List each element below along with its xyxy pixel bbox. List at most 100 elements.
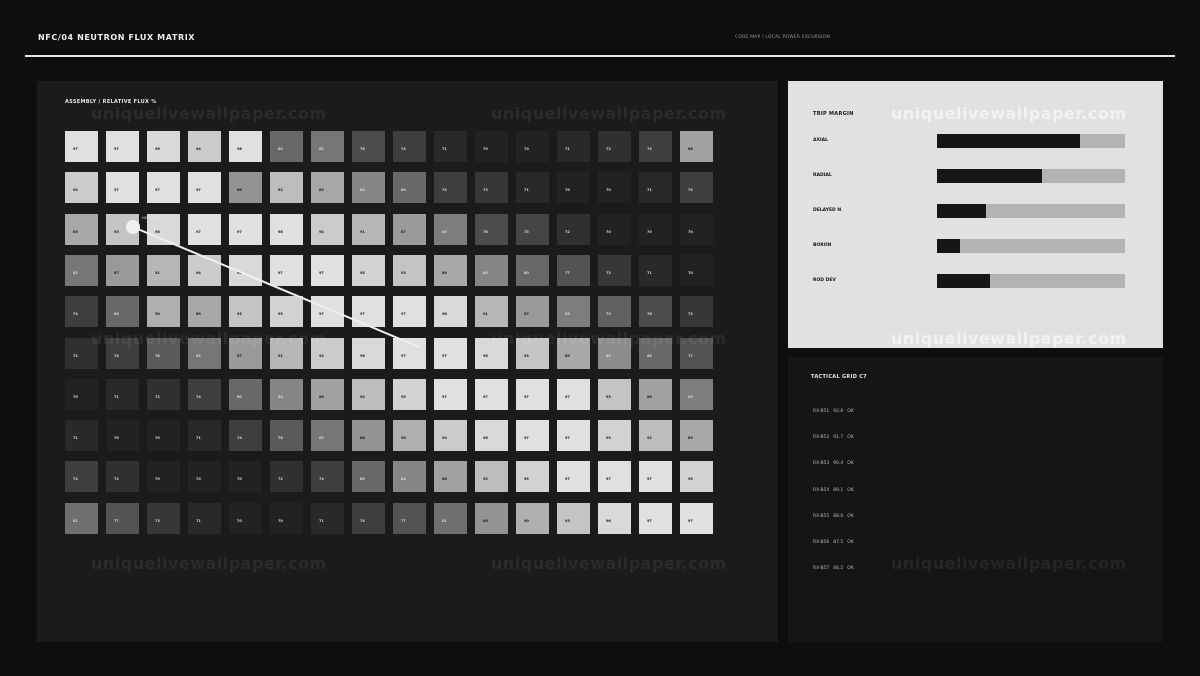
flux-cell[interactable]: 70 <box>188 461 221 493</box>
flux-cell[interactable]: 70 <box>229 461 262 493</box>
flux-cell[interactable]: 71 <box>65 420 98 452</box>
flux-cell[interactable]: 87 <box>393 213 426 245</box>
flux-cell[interactable]: 70 <box>229 502 262 534</box>
flux-cell[interactable]: 93 <box>598 378 631 410</box>
flux-cell[interactable]: 80 <box>270 131 303 162</box>
flux-cell[interactable]: 90 <box>516 502 549 534</box>
flux-cell[interactable]: 95 <box>516 461 549 493</box>
flux-cell[interactable]: 72 <box>557 213 590 245</box>
tactical-row[interactable]: RX-B55 88.6 OK <box>813 514 858 519</box>
flux-cell[interactable]: 97 <box>106 131 139 162</box>
flux-cell[interactable]: 73 <box>598 254 631 286</box>
flux-cell[interactable]: 84 <box>393 461 426 493</box>
flux-cell[interactable]: 71 <box>311 502 344 534</box>
flux-cell[interactable]: 96 <box>147 131 180 162</box>
flux-cell[interactable]: 97 <box>270 254 303 286</box>
flux-cell[interactable]: 71 <box>516 172 549 204</box>
flux-cell[interactable]: 82 <box>311 420 344 452</box>
flux-cell[interactable]: 87 <box>106 254 139 286</box>
flux-cell[interactable]: 89 <box>680 420 713 452</box>
flux-cell[interactable]: 96 <box>598 502 631 534</box>
flux-cell[interactable]: 91 <box>147 254 180 286</box>
flux-cell[interactable]: 93 <box>229 296 262 328</box>
flux-cell[interactable]: 77 <box>557 254 590 286</box>
flux-cell[interactable]: 97 <box>680 502 713 534</box>
flux-cell[interactable]: 95 <box>598 420 631 452</box>
flux-cell[interactable]: 82 <box>311 131 344 162</box>
tactical-row[interactable]: RX-B53 90.4 OK <box>813 461 858 466</box>
flux-cell[interactable]: 81 <box>65 502 98 534</box>
flux-cell[interactable]: 97 <box>598 461 631 493</box>
flux-cell[interactable]: 94 <box>65 172 98 204</box>
flux-cell[interactable]: 94 <box>311 337 344 369</box>
flux-cell[interactable]: 93 <box>106 213 139 245</box>
flux-cell[interactable]: 71 <box>106 378 139 410</box>
flux-cell[interactable]: 91 <box>270 337 303 369</box>
flux-cell[interactable]: 72 <box>598 131 631 162</box>
flux-cell[interactable]: 97 <box>65 131 98 162</box>
flux-cell[interactable]: 89 <box>311 172 344 204</box>
flux-cell[interactable]: 73 <box>680 296 713 328</box>
flux-cell[interactable]: 84 <box>475 254 508 286</box>
flux-cell[interactable]: 97 <box>516 420 549 452</box>
flux-cell[interactable]: 87 <box>516 296 549 328</box>
flux-cell[interactable]: 81 <box>434 502 467 534</box>
flux-cell[interactable]: 92 <box>475 461 508 493</box>
flux-cell[interactable]: 96 <box>475 337 508 369</box>
flux-cell[interactable]: 97 <box>434 378 467 410</box>
flux-cell[interactable]: 82 <box>65 254 98 286</box>
flux-cell[interactable]: 84 <box>270 378 303 410</box>
flux-cell[interactable]: 97 <box>229 213 262 245</box>
flux-cell[interactable]: 83 <box>434 213 467 245</box>
flux-cell[interactable]: 89 <box>434 254 467 286</box>
flux-cell[interactable]: 77 <box>680 337 713 369</box>
flux-cell[interactable]: 70 <box>147 461 180 493</box>
flux-cell[interactable]: 77 <box>393 502 426 534</box>
flux-cell[interactable]: 72 <box>65 337 98 369</box>
flux-cell[interactable]: 71 <box>639 172 672 204</box>
flux-cell[interactable]: 70 <box>147 420 180 452</box>
flux-cell[interactable]: 70 <box>65 378 98 410</box>
flux-cell[interactable]: 71 <box>639 254 672 286</box>
flux-cell[interactable]: 98 <box>270 213 303 245</box>
flux-cell[interactable]: 70 <box>598 172 631 204</box>
flux-cell[interactable]: 93 <box>516 337 549 369</box>
flux-cell[interactable]: 97 <box>475 378 508 410</box>
flux-cell[interactable]: 74 <box>434 172 467 204</box>
flux-cell[interactable]: 90 <box>147 296 180 328</box>
flux-cell[interactable]: 75 <box>516 213 549 245</box>
flux-cell[interactable]: 95 <box>680 461 713 493</box>
flux-cell[interactable]: 97 <box>188 213 221 245</box>
flux-cell[interactable]: 97 <box>393 337 426 369</box>
flux-cell[interactable]: 97 <box>311 296 344 328</box>
flux-cell[interactable]: 97 <box>352 296 385 328</box>
flux-cell[interactable]: 97 <box>311 254 344 286</box>
flux-cell[interactable]: 92 <box>639 420 672 452</box>
flux-cell[interactable]: 86 <box>475 502 508 534</box>
flux-cell[interactable]: 95 <box>270 296 303 328</box>
flux-cell[interactable]: 97 <box>188 172 221 204</box>
flux-cell[interactable]: 86 <box>352 420 385 452</box>
tactical-row[interactable]: RX-B51 92.8 OK <box>813 409 858 414</box>
flux-cell[interactable]: 94 <box>311 213 344 245</box>
flux-cell[interactable]: 74 <box>229 420 262 452</box>
flux-cell[interactable]: 71 <box>188 502 221 534</box>
flux-cell[interactable]: 97 <box>639 461 672 493</box>
flux-cell[interactable]: 76 <box>475 213 508 245</box>
flux-cell[interactable]: 87 <box>229 337 262 369</box>
flux-cell[interactable]: 97 <box>393 296 426 328</box>
flux-cell[interactable]: 80 <box>229 378 262 410</box>
flux-cell[interactable]: 95 <box>352 254 385 286</box>
flux-cell[interactable]: 88 <box>434 461 467 493</box>
flux-cell[interactable]: 97 <box>557 461 590 493</box>
flux-cell[interactable]: 94 <box>434 420 467 452</box>
flux-cell[interactable]: 97 <box>434 337 467 369</box>
flux-cell[interactable]: 91 <box>475 296 508 328</box>
flux-cell[interactable]: 80 <box>393 172 426 204</box>
flux-cell[interactable]: 70 <box>598 213 631 245</box>
flux-cell[interactable]: 70 <box>639 213 672 245</box>
flux-cell[interactable]: 76 <box>352 131 385 162</box>
flux-cell[interactable]: 88 <box>680 131 713 162</box>
flux-cell[interactable]: 70 <box>680 254 713 286</box>
flux-cell[interactable]: 70 <box>557 172 590 204</box>
